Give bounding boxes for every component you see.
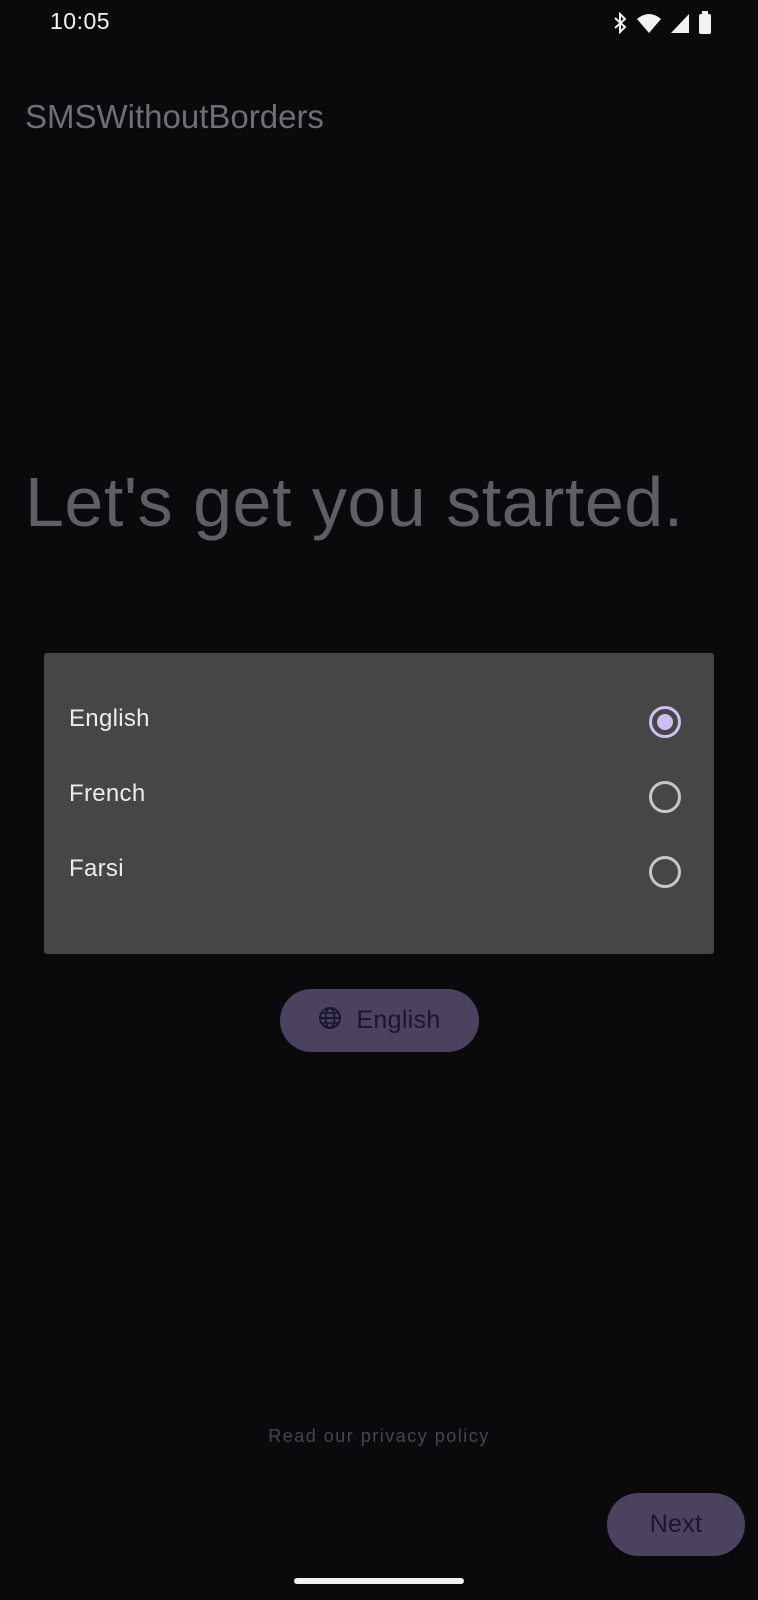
screen: 10:05 SMSWithoutBorders Let's get you st… <box>0 0 758 1600</box>
signal-icon <box>670 12 690 34</box>
status-time: 10:05 <box>50 8 111 34</box>
language-option-farsi[interactable]: Farsi <box>44 843 714 918</box>
language-option-label: English <box>69 705 150 732</box>
language-option-french[interactable]: French <box>44 768 714 843</box>
radio-button-english[interactable] <box>649 706 681 738</box>
wifi-icon <box>636 12 662 34</box>
page-heading: Let's get you started. <box>25 463 684 541</box>
language-select-button[interactable]: English <box>280 989 479 1052</box>
language-dialog: English French Farsi <box>44 653 714 954</box>
language-button-label: English <box>356 1006 441 1034</box>
next-button[interactable]: Next <box>607 1493 745 1556</box>
privacy-policy-link[interactable]: Read our privacy policy <box>0 1426 758 1447</box>
radio-button-farsi[interactable] <box>649 856 681 888</box>
battery-icon <box>698 11 712 35</box>
status-bar: 10:05 <box>0 0 758 46</box>
app-title: SMSWithoutBorders <box>25 98 324 135</box>
language-option-english[interactable]: English <box>44 693 714 768</box>
language-option-label: Farsi <box>69 855 124 882</box>
language-option-label: French <box>69 780 146 807</box>
navigation-handle[interactable] <box>294 1578 464 1584</box>
radio-button-french[interactable] <box>649 781 681 813</box>
globe-icon <box>318 1006 342 1035</box>
status-icons <box>612 10 712 36</box>
bluetooth-icon <box>612 12 628 34</box>
